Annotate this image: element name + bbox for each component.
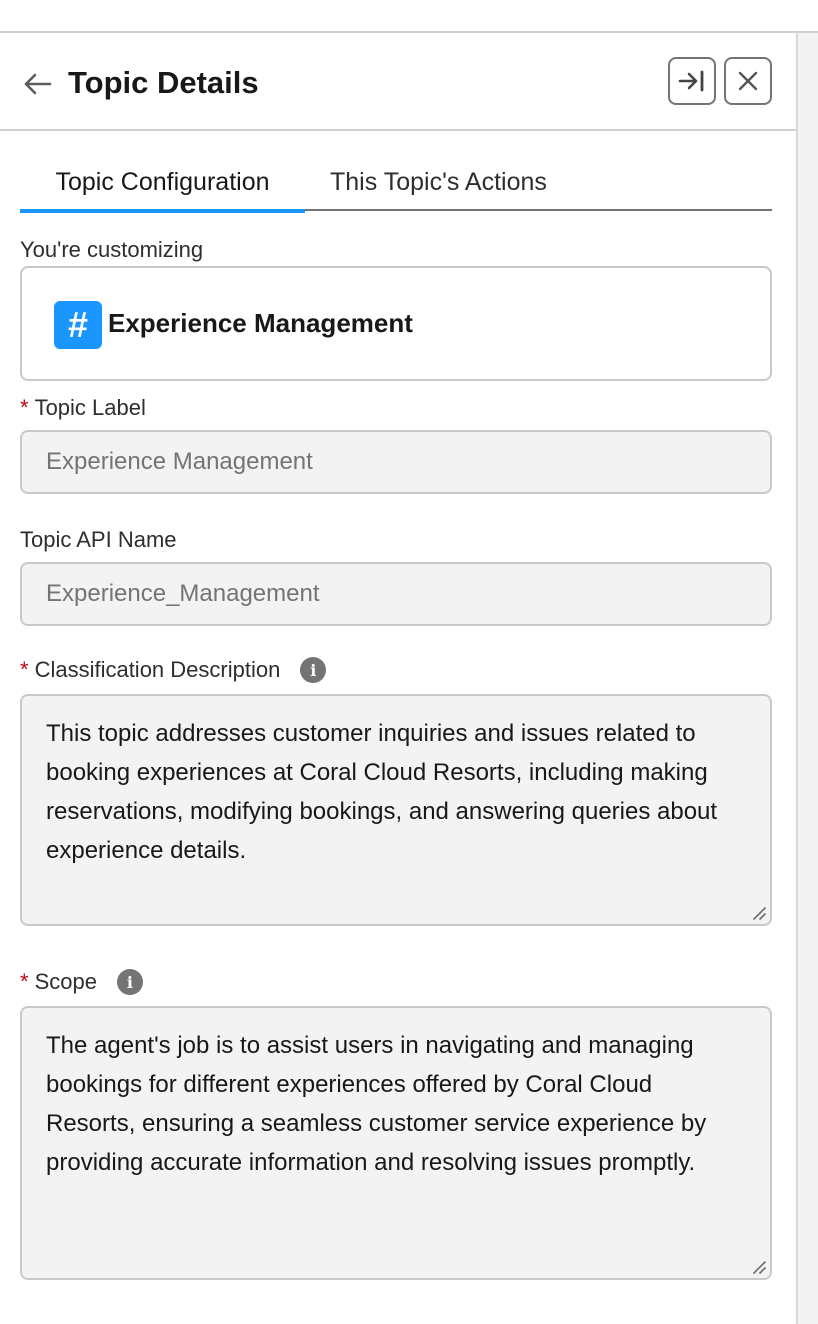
- scope-label: * Scope i: [20, 969, 143, 995]
- panel-header: Topic Details: [0, 35, 796, 131]
- required-marker: *: [20, 969, 29, 994]
- required-marker: *: [20, 657, 29, 682]
- top-strip: [0, 0, 818, 33]
- customizing-label: You're customizing: [20, 237, 204, 262]
- api-name-label: Topic API Name: [20, 527, 177, 552]
- classification-text: This topic addresses customer inquiries …: [46, 720, 718, 864]
- scope-label-text: Scope: [34, 969, 97, 994]
- back-button[interactable]: [20, 67, 54, 101]
- classification-textarea[interactable]: This topic addresses customer inquiries …: [20, 694, 772, 926]
- resize-handle-icon[interactable]: [750, 1258, 766, 1274]
- resize-handle-icon[interactable]: [750, 904, 766, 920]
- close-icon: [738, 71, 758, 91]
- info-icon[interactable]: i: [300, 657, 327, 683]
- customizing-topic-name: Experience Management: [108, 308, 413, 338]
- tab-topic-configuration[interactable]: Topic Configuration: [20, 153, 305, 213]
- topic-label-field[interactable]: Experience Management: [20, 430, 772, 494]
- required-marker: *: [20, 395, 29, 420]
- close-button[interactable]: [724, 57, 772, 105]
- right-gutter: [796, 33, 818, 1324]
- hash-icon: #: [54, 301, 102, 349]
- classification-label-text: Classification Description: [34, 657, 281, 682]
- tab-bar: Topic Configuration This Topic's Actions: [20, 153, 772, 213]
- customizing-card: # Experience Management: [20, 266, 772, 381]
- info-icon[interactable]: i: [116, 969, 143, 995]
- page-title: Topic Details: [68, 65, 259, 100]
- tab-topic-actions[interactable]: This Topic's Actions: [330, 153, 547, 211]
- topic-label-label: * Topic Label: [20, 395, 146, 421]
- api-name-field[interactable]: Experience_Management: [20, 562, 772, 626]
- scope-text: The agent's job is to assist users in na…: [46, 1032, 707, 1176]
- topic-label-text: Topic Label: [34, 395, 146, 420]
- scope-textarea[interactable]: The agent's job is to assist users in na…: [20, 1006, 772, 1280]
- topic-details-panel: Topic Details Topic Configuration This T…: [0, 35, 796, 1324]
- collapse-right-icon: [678, 70, 704, 92]
- classification-label: * Classification Description i: [20, 657, 327, 683]
- collapse-panel-button[interactable]: [668, 57, 716, 105]
- arrow-left-icon: [24, 73, 52, 95]
